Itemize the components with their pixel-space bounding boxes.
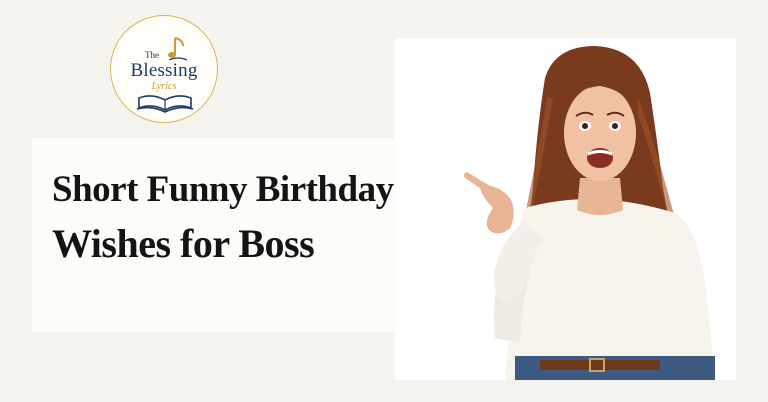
logo-the-text: The bbox=[145, 50, 159, 60]
blessing-lyrics-logo[interactable]: The Blessing Lyrics bbox=[110, 15, 218, 123]
logo-main-text: Blessing bbox=[130, 60, 198, 81]
open-book-icon bbox=[136, 95, 194, 113]
music-note-icon bbox=[168, 37, 188, 61]
headline-line-1: Short Funny Birthday bbox=[52, 169, 394, 210]
woman-pointing-photo bbox=[395, 38, 736, 380]
title-panel: Short Funny Birthday Wishes for Boss bbox=[32, 138, 454, 332]
logo-sub-text: Lyrics bbox=[151, 81, 177, 92]
woman-illustration bbox=[463, 46, 715, 380]
headline-line-2: Wishes for Boss bbox=[52, 221, 315, 266]
